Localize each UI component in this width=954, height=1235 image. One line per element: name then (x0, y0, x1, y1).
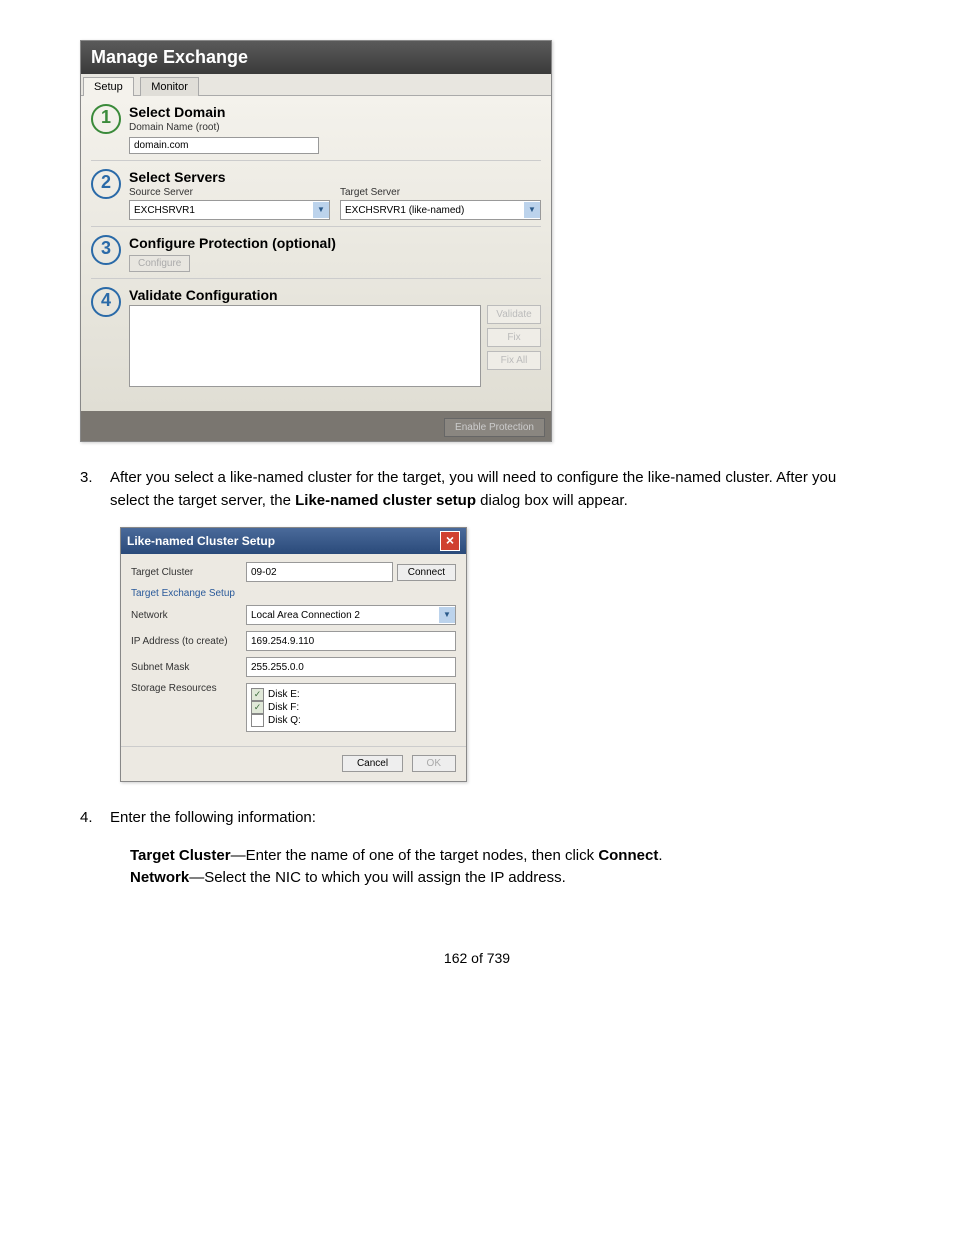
step1-sub: Domain Name (root) (129, 122, 541, 133)
source-server-value: EXCHSRVR1 (130, 205, 313, 216)
target-server-label: Target Server (340, 187, 541, 198)
network-value: Local Area Connection 2 (247, 610, 439, 621)
target-cluster-input[interactable] (246, 562, 393, 582)
validate-button[interactable]: Validate (487, 305, 541, 324)
connect-button[interactable]: Connect (397, 564, 456, 581)
enable-protection-button[interactable]: Enable Protection (444, 418, 545, 437)
step-number-2: 2 (91, 169, 121, 199)
wizard-footer: Enable Protection (81, 411, 551, 441)
doc-paragraph: 4. Enter the following information: (80, 807, 874, 830)
step-4: 4 Validate Configuration Validate Fix Fi… (91, 287, 541, 393)
like-named-cluster-setup-dialog: Like-named Cluster Setup × Target Cluste… (120, 527, 467, 782)
ip-address-input[interactable] (246, 631, 456, 651)
chevron-down-icon: ▼ (313, 202, 329, 218)
step-number-1: 1 (91, 104, 121, 134)
ok-button[interactable]: OK (412, 755, 456, 772)
list-item-3-text: After you select a like-named cluster fo… (110, 467, 874, 512)
disk-e-checkbox[interactable]: ✓Disk E: (251, 688, 451, 701)
chevron-down-icon: ▼ (439, 607, 455, 623)
subnet-mask-label: Subnet Mask (131, 662, 246, 673)
chevron-down-icon: ▼ (524, 202, 540, 218)
step-number-4: 4 (91, 287, 121, 317)
step3-title: Configure Protection (optional) (129, 235, 541, 251)
page-number: 162 of 739 (40, 950, 914, 966)
ip-address-label: IP Address (to create) (131, 636, 246, 647)
validation-output (129, 305, 481, 387)
dialog-footer: Cancel OK (121, 746, 466, 781)
source-server-dropdown[interactable]: EXCHSRVR1 ▼ (129, 200, 330, 220)
target-exchange-setup-label: Target Exchange Setup (131, 588, 456, 599)
configure-button[interactable]: Configure (129, 255, 190, 272)
storage-resources-label: Storage Resources (131, 683, 246, 694)
target-server-value: EXCHSRVR1 (like-named) (341, 205, 524, 216)
domain-input[interactable] (129, 137, 319, 154)
cancel-button[interactable]: Cancel (342, 755, 403, 772)
step-3: 3 Configure Protection (optional) Config… (91, 235, 541, 279)
step1-title: Select Domain (129, 104, 541, 120)
source-server-label: Source Server (129, 187, 330, 198)
step-number-3: 3 (91, 235, 121, 265)
tab-setup[interactable]: Setup (83, 77, 134, 96)
sub-item-target-cluster: Target Cluster—Enter the name of one of … (130, 845, 914, 868)
disk-f-checkbox[interactable]: ✓Disk F: (251, 701, 451, 714)
target-cluster-label: Target Cluster (131, 567, 246, 578)
disk-q-checkbox[interactable]: Disk Q: (251, 714, 451, 727)
step2-title: Select Servers (129, 169, 541, 185)
target-server-dropdown[interactable]: EXCHSRVR1 (like-named) ▼ (340, 200, 541, 220)
network-label: Network (131, 610, 246, 621)
step4-title: Validate Configuration (129, 287, 541, 303)
close-icon[interactable]: × (440, 531, 460, 551)
subnet-mask-input[interactable] (246, 657, 456, 677)
dialog-title-text: Like-named Cluster Setup (127, 534, 275, 548)
tab-bar: Setup Monitor (81, 74, 551, 96)
fix-button[interactable]: Fix (487, 328, 541, 347)
manage-exchange-window: Manage Exchange Setup Monitor 1 Select D… (80, 40, 552, 442)
wizard-body: 1 Select Domain Domain Name (root) 2 Sel… (81, 96, 551, 411)
network-dropdown[interactable]: Local Area Connection 2 ▼ (246, 605, 456, 625)
storage-resources-list: ✓Disk E: ✓Disk F: Disk Q: (246, 683, 456, 732)
window-title: Manage Exchange (81, 41, 551, 74)
list-number-4: 4. (80, 807, 110, 830)
list-item-4-text: Enter the following information: (110, 807, 874, 830)
sub-item-network: Network—Select the NIC to which you will… (130, 867, 914, 890)
tab-monitor[interactable]: Monitor (140, 77, 199, 96)
list-number-3: 3. (80, 467, 110, 512)
step-2: 2 Select Servers Source Server EXCHSRVR1… (91, 169, 541, 227)
fix-all-button[interactable]: Fix All (487, 351, 541, 370)
dialog-titlebar: Like-named Cluster Setup × (121, 528, 466, 554)
doc-paragraph: 3. After you select a like-named cluster… (80, 467, 874, 512)
step-1: 1 Select Domain Domain Name (root) (91, 104, 541, 161)
